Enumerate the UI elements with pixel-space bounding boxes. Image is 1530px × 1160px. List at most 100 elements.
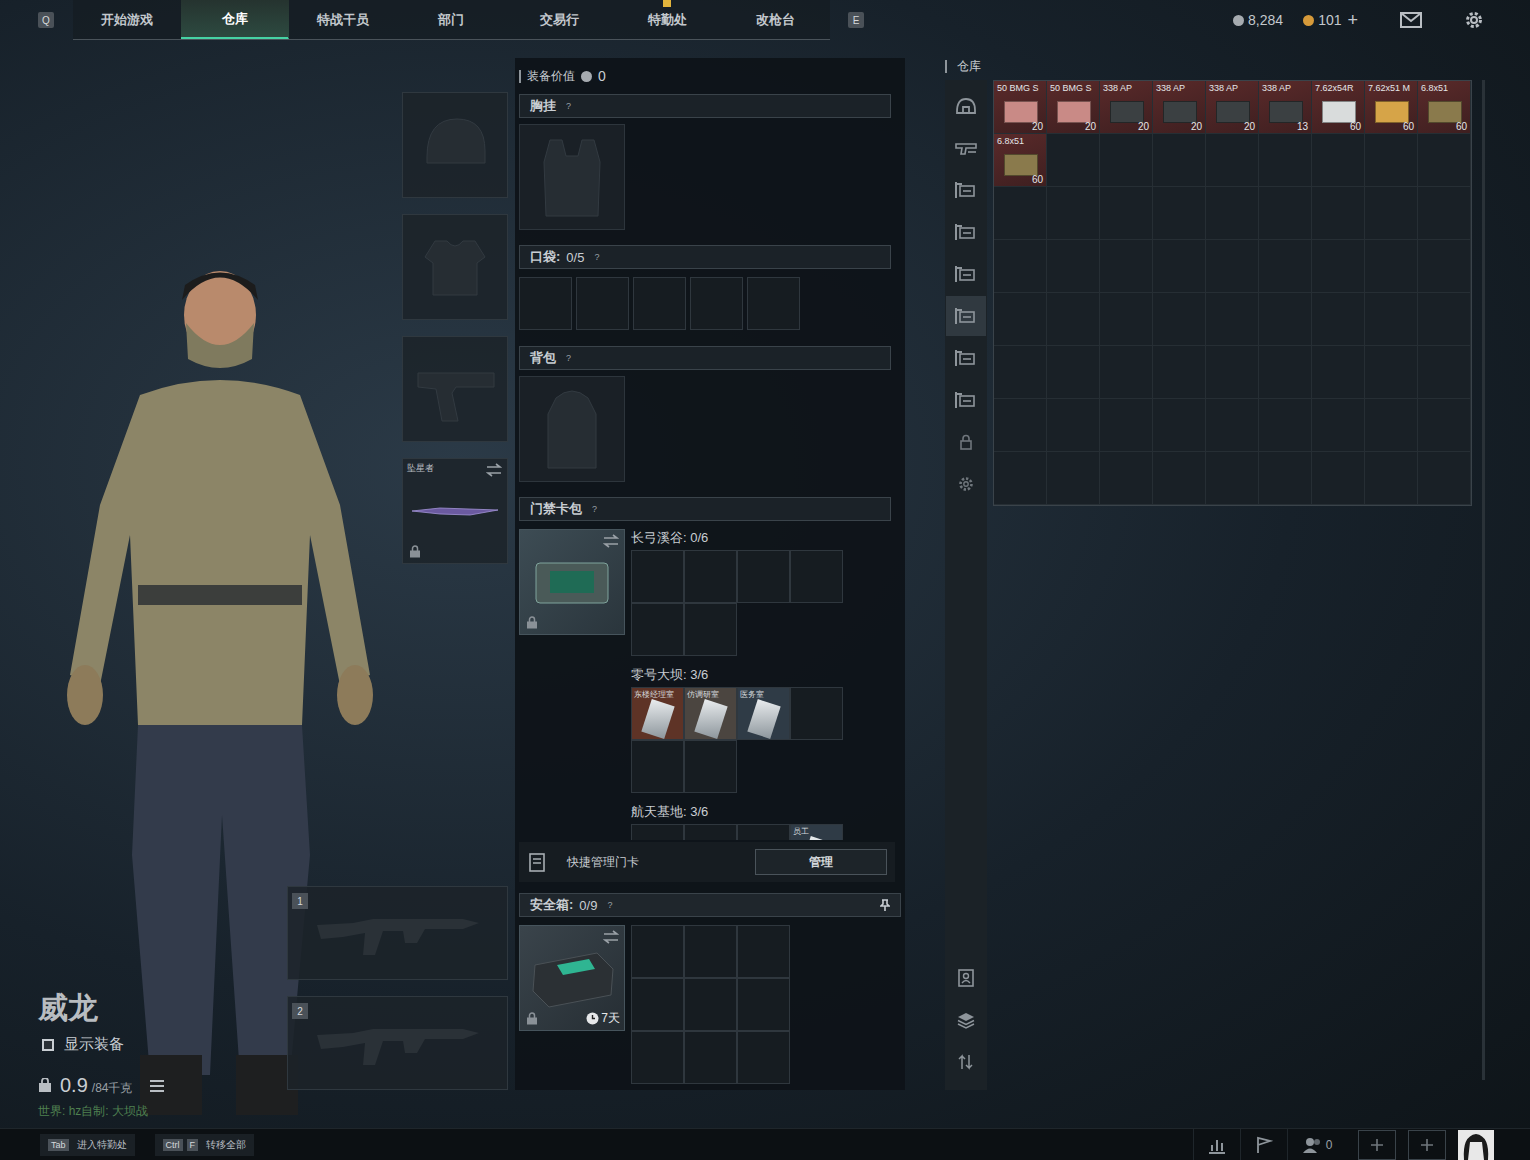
checkbox-box[interactable] xyxy=(42,1039,54,1051)
safe-box-cell[interactable] xyxy=(684,925,737,978)
grid-cell[interactable] xyxy=(1312,399,1365,452)
category-button[interactable] xyxy=(946,170,986,210)
key-hint[interactable]: CtrlF转移全部 xyxy=(155,1134,255,1156)
grid-cell[interactable] xyxy=(1312,187,1365,240)
grid-cell[interactable] xyxy=(1259,134,1312,187)
grid-cell[interactable] xyxy=(1312,346,1365,399)
keycard-cell[interactable] xyxy=(684,603,737,656)
keycard-cell[interactable] xyxy=(737,550,790,603)
keycard-cell[interactable] xyxy=(790,687,843,740)
category-button[interactable] xyxy=(946,128,986,168)
grid-cell[interactable] xyxy=(1259,346,1312,399)
grid-cell[interactable] xyxy=(1259,399,1312,452)
invite-slot[interactable] xyxy=(1408,1130,1446,1160)
grid-cell[interactable] xyxy=(1418,293,1471,346)
nav-tab[interactable]: 交易行 xyxy=(506,0,614,39)
grid-cell[interactable] xyxy=(1418,240,1471,293)
settings-gear-icon[interactable] xyxy=(1464,10,1484,30)
grid-cell[interactable] xyxy=(994,452,1047,505)
list-icon[interactable] xyxy=(149,1079,165,1093)
help-mark[interactable]: ? xyxy=(566,353,571,363)
grid-cell[interactable] xyxy=(1153,187,1206,240)
warehouse-scrollbar[interactable] xyxy=(1482,80,1485,1080)
grid-cell[interactable] xyxy=(1206,346,1259,399)
grid-cell[interactable] xyxy=(1153,452,1206,505)
category-button[interactable] xyxy=(946,338,986,378)
keycard[interactable]: 仿调研室 xyxy=(685,688,736,739)
grid-cell[interactable] xyxy=(1365,240,1418,293)
ammo-item[interactable]: 50 BMG S20 xyxy=(1047,81,1100,134)
warehouse-tool-button[interactable] xyxy=(946,958,986,998)
ammo-item[interactable]: 7.62x54R60 xyxy=(1312,81,1365,134)
keycard-cell[interactable] xyxy=(684,740,737,793)
grid-cell[interactable] xyxy=(1365,293,1418,346)
grid-cell[interactable] xyxy=(994,293,1047,346)
player-avatar[interactable] xyxy=(1458,1130,1494,1160)
grid-cell[interactable] xyxy=(1312,240,1365,293)
key-hint[interactable]: Tab进入特勤处 xyxy=(40,1134,135,1156)
grid-cell[interactable] xyxy=(1100,399,1153,452)
safe-box-cell[interactable] xyxy=(631,925,684,978)
keycard-cell[interactable] xyxy=(631,603,684,656)
keycard-cell[interactable] xyxy=(631,824,684,840)
prev-tab-key[interactable]: Q xyxy=(38,12,54,28)
gear-slot[interactable] xyxy=(402,336,508,442)
ammo-item[interactable]: 338 AP20 xyxy=(1206,81,1259,134)
help-mark[interactable]: ? xyxy=(607,900,612,910)
grid-cell[interactable] xyxy=(1047,399,1100,452)
grid-cell[interactable] xyxy=(1312,134,1365,187)
keycard-cell[interactable]: 医务室 xyxy=(737,687,790,740)
grid-cell[interactable] xyxy=(1153,240,1206,293)
keycard-cell[interactable]: 仿调研室 xyxy=(684,687,737,740)
safe-box-cell[interactable] xyxy=(737,925,790,978)
nav-tab[interactable]: 特战干员 xyxy=(289,0,397,39)
grid-cell[interactable] xyxy=(1365,134,1418,187)
swap-icon[interactable] xyxy=(603,930,619,944)
category-button[interactable] xyxy=(946,422,986,462)
ammo-item[interactable]: 338 AP20 xyxy=(1100,81,1153,134)
pin-icon[interactable] xyxy=(880,899,890,911)
help-mark[interactable]: ? xyxy=(566,101,571,111)
swap-icon[interactable] xyxy=(603,534,619,548)
nav-tab[interactable]: 特勤处 xyxy=(614,0,722,39)
grid-cell[interactable] xyxy=(1100,187,1153,240)
category-button[interactable] xyxy=(946,464,986,504)
grid-cell[interactable] xyxy=(1100,134,1153,187)
pocket-slot[interactable] xyxy=(690,277,743,330)
nav-tab[interactable]: 仓库 xyxy=(181,0,289,39)
safe-box-cell[interactable] xyxy=(631,978,684,1031)
grid-cell[interactable] xyxy=(1259,240,1312,293)
grid-cell[interactable] xyxy=(1100,293,1153,346)
grid-cell[interactable] xyxy=(1100,346,1153,399)
nav-tab[interactable]: 改枪台 xyxy=(722,0,830,39)
warehouse-tool-button[interactable] xyxy=(946,1042,986,1082)
grid-cell[interactable] xyxy=(1259,187,1312,240)
grid-cell[interactable] xyxy=(1312,293,1365,346)
keycard[interactable]: 东楼经理室 xyxy=(632,688,683,739)
keycard-cell[interactable] xyxy=(737,824,790,840)
grid-cell[interactable] xyxy=(1365,452,1418,505)
backpack-slot[interactable] xyxy=(519,376,625,482)
grid-cell[interactable] xyxy=(1153,293,1206,346)
grid-cell[interactable] xyxy=(1206,293,1259,346)
ammo-item[interactable]: 7.62x51 M60 xyxy=(1365,81,1418,134)
gear-slot[interactable] xyxy=(402,214,508,320)
keycard-cell[interactable] xyxy=(631,740,684,793)
keycard[interactable]: 员工 xyxy=(791,825,842,840)
grid-cell[interactable] xyxy=(1047,452,1100,505)
grid-cell[interactable] xyxy=(994,187,1047,240)
invite-slot[interactable] xyxy=(1358,1130,1396,1160)
ammo-item[interactable]: 6.8x5160 xyxy=(994,134,1047,187)
pocket-slot[interactable] xyxy=(747,277,800,330)
manage-button[interactable]: 管理 xyxy=(755,849,887,875)
grid-cell[interactable] xyxy=(1206,187,1259,240)
keycard-holder[interactable] xyxy=(519,529,625,635)
grid-cell[interactable] xyxy=(1047,240,1100,293)
grid-cell[interactable] xyxy=(1312,452,1365,505)
pocket-slot[interactable] xyxy=(519,277,572,330)
nav-tab[interactable]: 开始游戏 xyxy=(73,0,181,39)
grid-cell[interactable] xyxy=(1047,134,1100,187)
friends-button[interactable]: 0 xyxy=(1287,1129,1346,1160)
category-button[interactable] xyxy=(946,380,986,420)
pocket-slot[interactable] xyxy=(633,277,686,330)
